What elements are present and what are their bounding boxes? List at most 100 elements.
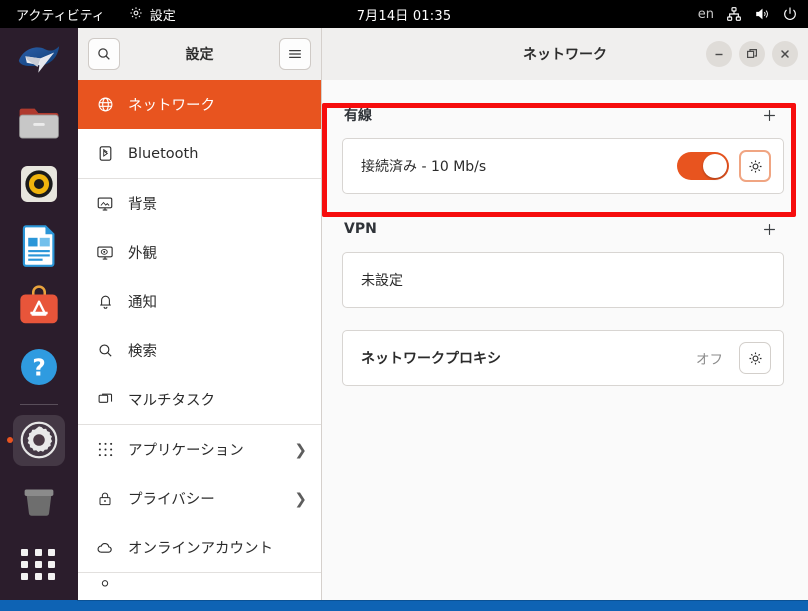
minimize-icon (715, 53, 723, 56)
dock-item-libreoffice-writer[interactable] (13, 219, 65, 270)
gear-icon (748, 351, 762, 365)
globe-icon (96, 96, 114, 114)
sidebar-title: 設定 (185, 47, 214, 63)
hamburger-menu-icon (289, 50, 301, 58)
chevron-right-icon: ❯ (294, 440, 307, 459)
dock-item-files[interactable] (13, 97, 65, 148)
wired-settings-button[interactable] (739, 150, 771, 182)
desktop: アクティビティ 設定 7月14日 01:35 en ? 設定 ネットワーク ネッ… (0, 0, 808, 611)
sidebar-item-label: アプリケーション (128, 443, 244, 459)
dock: ? (0, 28, 78, 600)
running-indicator-dot (7, 437, 13, 444)
proxy-section: ネットワークプロキシ オフ (342, 330, 784, 386)
sidebar-item-partially-visible[interactable] (78, 573, 321, 591)
sidebar-header: 設定 (78, 28, 322, 80)
sidebar-item-bluetooth[interactable]: Bluetooth (78, 129, 321, 178)
desktop-bottom-strip (0, 600, 808, 611)
close-button[interactable] (772, 41, 798, 67)
volume-icon[interactable] (754, 6, 770, 22)
clock[interactable]: 7月14日 01:35 (357, 5, 452, 24)
toggle-knob (703, 154, 727, 178)
page-title: ネットワーク (523, 47, 607, 63)
activities-button[interactable]: アクティビティ (12, 3, 109, 26)
lock-icon (96, 490, 114, 508)
multitask-icon (96, 391, 114, 409)
window-controls (706, 41, 798, 67)
wired-card: 接続済み - 10 Mb/s (342, 138, 784, 194)
partial-icon (96, 577, 114, 591)
app-menu-button[interactable]: 設定 (125, 3, 180, 26)
minimize-button[interactable] (706, 41, 732, 67)
sidebar-item-label: 外観 (128, 246, 157, 262)
search-icon (98, 48, 110, 60)
search-button[interactable] (88, 38, 120, 70)
proxy-row[interactable]: ネットワークプロキシ オフ (343, 331, 783, 385)
svg-text:?: ? (32, 355, 45, 381)
activities-label: アクティビティ (16, 8, 105, 24)
vpn-title: VPN (344, 221, 377, 237)
main-menu-button[interactable] (279, 38, 311, 70)
trash-icon (24, 489, 54, 517)
dock-item-thunderbird[interactable] (13, 36, 65, 87)
wired-section-header: 有線 (342, 102, 784, 138)
show-applications-button[interactable] (13, 539, 65, 590)
network-wired-icon[interactable] (726, 6, 742, 22)
background-icon (96, 195, 114, 213)
proxy-settings-button[interactable] (739, 342, 771, 374)
dock-item-rhythmbox[interactable] (13, 158, 65, 209)
sidebar-item-background[interactable]: 背景 (78, 179, 321, 228)
sidebar-item-label: 検索 (128, 344, 157, 360)
sidebar-item-online-accounts[interactable]: オンラインアカウント (78, 523, 321, 572)
dock-item-settings[interactable] (7, 414, 65, 466)
chevron-right-icon: ❯ (294, 489, 307, 508)
settings-window: 設定 ネットワーク ネットワーク Bluetooth 背景 外観 通知 検索 マ… (78, 28, 808, 600)
search-icon (96, 342, 114, 360)
wired-title: 有線 (344, 108, 372, 124)
wired-toggle[interactable] (677, 152, 729, 180)
system-indicators: en (698, 0, 798, 28)
content-header: ネットワーク (322, 28, 808, 80)
keyboard-layout-indicator[interactable]: en (698, 7, 714, 22)
libreoffice-writer-icon (22, 224, 55, 267)
dock-separator (20, 404, 58, 405)
sidebar-item-label: ネットワーク (128, 98, 215, 114)
sidebar-item-notifications[interactable]: 通知 (78, 277, 321, 326)
plus-icon (763, 223, 775, 235)
vpn-row: 未設定 (343, 253, 783, 307)
sidebar-item-network[interactable]: ネットワーク (78, 80, 321, 129)
dock-item-ubuntu-software[interactable] (13, 280, 65, 331)
bell-icon (96, 293, 114, 311)
maximize-button[interactable] (739, 41, 765, 67)
sidebar-item-applications[interactable]: アプリケーション ❯ (78, 425, 321, 474)
proxy-card: ネットワークプロキシ オフ (342, 330, 784, 386)
wired-section: 有線 接続済み - 10 Mb/s (342, 102, 784, 194)
sidebar-item-appearance[interactable]: 外観 (78, 228, 321, 277)
wired-status-label: 接続済み - 10 Mb/s (361, 159, 487, 175)
cloud-icon (96, 539, 114, 557)
sidebar-item-privacy[interactable]: プライバシー ❯ (78, 474, 321, 523)
add-vpn-button[interactable] (756, 216, 782, 242)
network-panel: 有線 接続済み - 10 Mb/s VPN 未設定 ネットワークプロキシ オフ (322, 80, 808, 600)
proxy-label: ネットワークプロキシ (361, 351, 501, 367)
vpn-section: VPN 未設定 (342, 216, 784, 308)
help-icon: ? (21, 348, 57, 385)
dock-item-help[interactable]: ? (13, 341, 65, 392)
proxy-value: オフ (696, 352, 723, 368)
add-wired-connection-button[interactable] (756, 102, 782, 128)
rhythmbox-speaker-icon (21, 165, 57, 202)
sidebar-item-label: 背景 (128, 197, 157, 213)
power-icon[interactable] (782, 6, 798, 22)
sidebar-item-multitasking[interactable]: マルチタスク (78, 375, 321, 424)
apps-grid-icon (96, 441, 114, 459)
sidebar-item-label: Bluetooth (128, 145, 199, 162)
dock-item-trash[interactable] (13, 476, 65, 527)
sidebar-item-label: オンラインアカウント (128, 541, 273, 557)
wired-connection-row[interactable]: 接続済み - 10 Mb/s (343, 139, 783, 193)
settings-gear-icon (129, 6, 145, 22)
sidebar-item-search[interactable]: 検索 (78, 326, 321, 375)
window-body: ネットワーク Bluetooth 背景 外観 通知 検索 マルチタスク アプリケ… (78, 80, 808, 600)
top-bar: アクティビティ 設定 7月14日 01:35 en (0, 0, 808, 28)
settings-gear-icon (20, 422, 58, 459)
close-icon (781, 50, 789, 58)
window-header-bar: 設定 ネットワーク (78, 28, 808, 80)
